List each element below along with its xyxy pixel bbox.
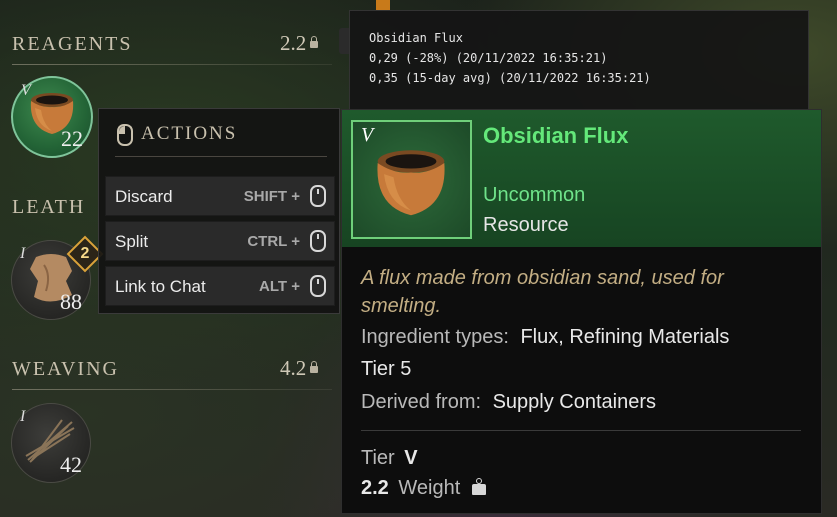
mouse-icon [310, 230, 326, 252]
section-title-reagents: REAGENTS [12, 33, 133, 55]
price-current: 0,29 (-28%) (20/11/2022 16:35:21) [369, 51, 608, 65]
tooltip-divider [361, 430, 801, 431]
weight-icon [471, 478, 486, 495]
lock-icon [310, 36, 319, 48]
section-title-weaving: WEAVING [12, 358, 119, 380]
section-title-leather: LEATH [12, 196, 86, 218]
item-type: Resource [483, 214, 569, 236]
price-item-name: Obsidian Flux [369, 31, 463, 45]
weight-stat: 2.2 Weight [361, 477, 486, 500]
section-divider [12, 64, 332, 65]
tooltip-header: V Obsidian Flux Uncommon Resource [342, 110, 821, 247]
price-marker [376, 0, 390, 10]
price-average: 0,35 (15-day avg) (20/11/2022 16:35:21) [369, 71, 651, 85]
action-label: Link to Chat [115, 277, 206, 296]
price-overlay: Obsidian Flux 0,29 (-28%) (20/11/2022 16… [349, 10, 809, 112]
actions-menu: ACTIONS Discard SHIFT + Split CTRL + Lin… [98, 108, 340, 314]
inventory-slot-obsidian-flux[interactable]: V 22 [11, 76, 93, 158]
lock-icon [310, 361, 319, 373]
action-label: Split [115, 232, 149, 251]
mouse-icon [310, 275, 326, 297]
actions-title: ACTIONS [141, 123, 238, 144]
scroll-tab [339, 28, 349, 54]
action-link-to-chat[interactable]: Link to Chat ALT + [105, 266, 335, 306]
section-weight-weaving: 4.2 [280, 356, 319, 381]
derived-from: Derived from: Supply Containers [361, 391, 657, 413]
section-weight-reagents: 2.2 [280, 31, 319, 56]
tier-text: Tier 5 [361, 358, 412, 380]
action-label: Discard [115, 187, 173, 206]
action-key: CTRL + [247, 233, 300, 250]
slot-count: 42 [60, 452, 82, 477]
tier-stat: Tier V [361, 447, 418, 469]
actions-divider [115, 156, 327, 157]
item-name: Obsidian Flux [483, 123, 629, 148]
action-discard[interactable]: Discard SHIFT + [105, 176, 335, 216]
item-icon-frame: V [351, 120, 472, 239]
item-description: A flux made from obsidian sand, used for… [361, 267, 724, 317]
slot-count: 22 [61, 126, 83, 151]
section-divider [12, 389, 332, 390]
item-tooltip: V Obsidian Flux Uncommon Resource A flux… [341, 109, 822, 514]
mouse-icon [310, 185, 326, 207]
mouse-icon [117, 124, 133, 146]
action-key: ALT + [259, 278, 300, 295]
ingredient-types: Ingredient types: Flux, Refining Materia… [361, 326, 730, 348]
item-rarity: Uncommon [483, 184, 586, 206]
action-split[interactable]: Split CTRL + [105, 221, 335, 261]
slot-tier: I [20, 245, 26, 262]
flux-pot-icon [377, 150, 445, 216]
slot-count: 88 [60, 289, 82, 314]
action-key: SHIFT + [243, 188, 300, 205]
inventory-slot-fiber[interactable]: I 42 [11, 403, 91, 483]
